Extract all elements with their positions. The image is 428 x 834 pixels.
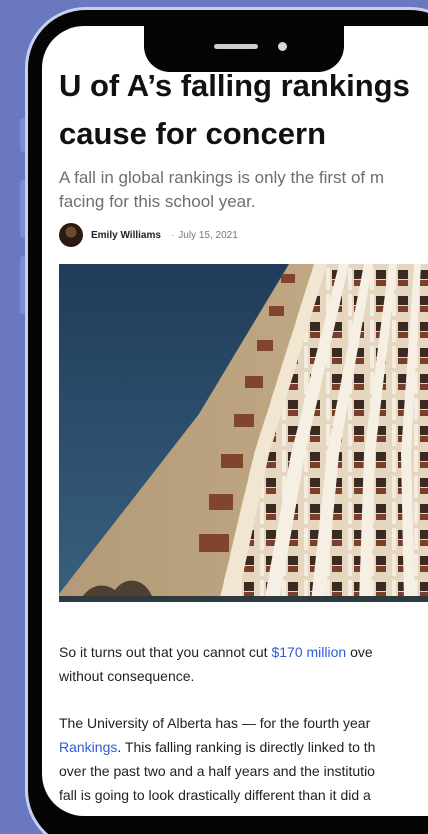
rankings-link[interactable]: Rankings [59, 739, 117, 755]
volume-down-button [20, 256, 28, 314]
article-paragraph-1: So it turns out that you cannot cut $170… [59, 640, 428, 688]
phone-notch [144, 26, 344, 72]
building-photo-icon [59, 264, 428, 602]
subhead-line: A fall in global rankings is only the fi… [59, 168, 385, 187]
phone-frame: U of A’s falling rankings cause for conc… [28, 10, 428, 834]
paragraph-line: fall is going to look drastically differ… [59, 787, 371, 803]
phone-mockup-stage: U of A’s falling rankings cause for conc… [0, 0, 428, 834]
publish-date: July 15, 2021 [178, 229, 238, 241]
volume-up-button [20, 180, 28, 238]
speaker-grille-icon [214, 44, 258, 49]
paragraph-text: ove [346, 644, 373, 660]
paragraph-line: over the past two and a half years and t… [59, 763, 375, 779]
paragraph-text: So it turns out that you cannot cut [59, 644, 272, 660]
headline-line: cause for concern [59, 116, 327, 151]
article-headline: U of A’s falling rankings cause for conc… [59, 62, 428, 158]
mute-switch [20, 118, 28, 152]
subhead-line: facing for this school year. [59, 192, 256, 211]
author-avatar[interactable] [59, 223, 83, 247]
paragraph-line: Rankings. This falling ranking is direct… [59, 735, 428, 759]
paragraph-line: So it turns out that you cannot cut $170… [59, 640, 428, 664]
article-subheadline: A fall in global rankings is only the fi… [59, 166, 428, 214]
phone-screen[interactable]: U of A’s falling rankings cause for conc… [42, 26, 428, 816]
article-hero-image [59, 264, 428, 602]
budget-cut-link[interactable]: $170 million [271, 644, 346, 660]
front-camera-icon [278, 42, 287, 51]
byline-separator: · [170, 229, 175, 241]
paragraph-line: without consequence. [59, 668, 195, 684]
article-byline: Emily Williams · July 15, 2021 [59, 222, 238, 248]
paragraph-text: . This falling ranking is directly linke… [117, 739, 376, 755]
paragraph-line: The University of Alberta has — for the … [59, 715, 371, 731]
article-paragraph-2: The University of Alberta has — for the … [59, 711, 428, 807]
author-name[interactable]: Emily Williams [91, 230, 161, 241]
